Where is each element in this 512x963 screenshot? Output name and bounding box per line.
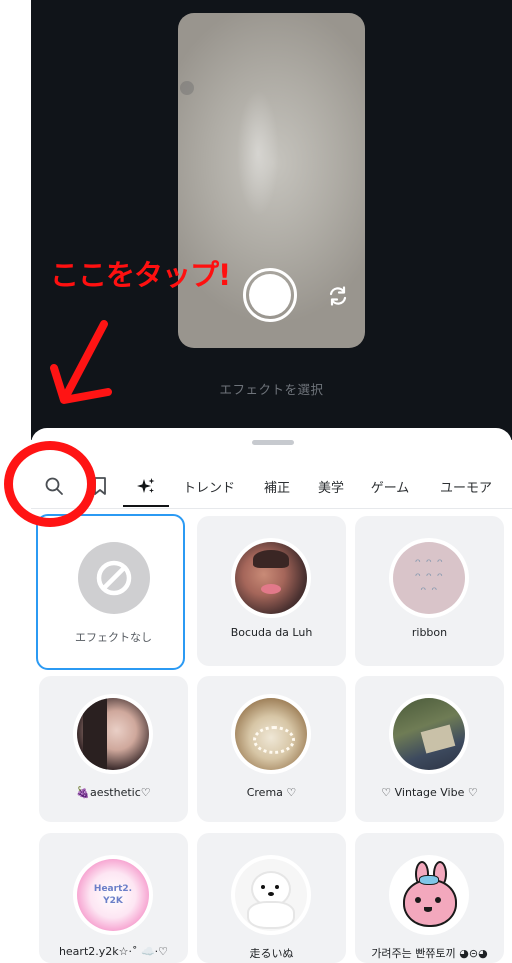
dog-photo-thumb [235, 859, 307, 931]
effect-label: ribbon [411, 626, 448, 639]
tab-game[interactable]: ゲーム [367, 468, 413, 504]
reading-photo-thumb [393, 698, 465, 770]
effect-thumb: ᵔ ᵔ ᵔᵔ ᵔ ᵔᵔ ᵔ [389, 538, 469, 618]
annotation-circle [4, 441, 96, 527]
effect-card-running-dog[interactable]: 走るいぬ [197, 833, 346, 963]
effect-card-ribbon[interactable]: ᵔ ᵔ ᵔᵔ ᵔ ᵔᵔ ᵔ ribbon [355, 516, 504, 666]
tabs-divider [31, 508, 512, 509]
effect-thumb [231, 538, 311, 618]
tab-trend[interactable]: トレンド [181, 468, 237, 504]
prohibited-icon [96, 560, 132, 596]
effect-thumb [74, 538, 154, 618]
effect-label: Crema ♡ [246, 786, 297, 799]
effect-card-vintage[interactable]: ♡ Vintage Vibe ♡ [355, 676, 504, 822]
effect-label: 🍇aesthetic♡ [76, 786, 151, 799]
ribbon-pattern: ᵔ ᵔ ᵔᵔ ᵔ ᵔᵔ ᵔ [414, 555, 444, 601]
effect-label: Bocuda da Luh [230, 626, 313, 639]
effect-thumb [231, 694, 311, 774]
effect-card-crema[interactable]: Crema ♡ [197, 676, 346, 822]
effect-card-heart-y2k[interactable]: Heart2. Y2K heart2.y2k☆·˚ ☁️·♡ [39, 833, 188, 963]
shutter-button[interactable] [243, 268, 297, 322]
preview-spot [180, 81, 194, 95]
effect-card-bunny[interactable]: 가려주는 빤쮸토끼 ◕⊝◕ [355, 833, 504, 963]
effect-label: エフェクトなし [75, 631, 152, 644]
tab-featured[interactable] [131, 468, 161, 504]
annotation-text: ここをタップ! [50, 258, 231, 292]
effect-card-bocuda[interactable]: Bocuda da Luh [197, 516, 346, 666]
effect-thumb [389, 855, 469, 935]
ribbon-thumb: ᵔ ᵔ ᵔᵔ ᵔ ᵔᵔ ᵔ [393, 542, 465, 614]
sheet-grabber[interactable] [252, 440, 294, 445]
effect-card-none[interactable]: エフェクトなし [36, 514, 185, 670]
shutter-inner [249, 274, 291, 316]
category-tabs: トレンド 補正 美学 ゲーム ユーモア [31, 468, 512, 508]
effect-thumb [231, 855, 311, 935]
heart-y2k-thumb: Heart2. Y2K [77, 859, 149, 931]
effect-thumb [389, 694, 469, 774]
thumb-text-line1: Heart2. [93, 884, 133, 894]
select-effect-label: エフェクトを選択 [219, 382, 324, 397]
effect-label: 가려주는 빤쮸토끼 ◕⊝◕ [371, 947, 488, 960]
annotation-arrow-icon [50, 320, 112, 404]
tab-correction[interactable]: 補正 [261, 468, 293, 504]
effect-thumb: Heart2. Y2K [73, 855, 153, 935]
effect-label: ♡ Vintage Vibe ♡ [381, 786, 478, 799]
tab-selected-indicator [123, 505, 169, 507]
effect-label: heart2.y2k☆·˚ ☁️·♡ [58, 945, 169, 958]
bunny-thumb [393, 859, 465, 931]
face-photo-thumb [235, 542, 307, 614]
tab-humor[interactable]: ユーモア [435, 468, 497, 504]
effect-card-aesthetic[interactable]: 🍇aesthetic♡ [39, 676, 188, 822]
tab-aesthetics[interactable]: 美学 [315, 468, 347, 504]
thumb-text-line2: Y2K [103, 896, 123, 906]
portrait-thumb [77, 698, 149, 770]
effect-label: 走るいぬ [249, 947, 294, 960]
no-effect-thumb [78, 542, 150, 614]
flip-camera-icon[interactable] [326, 284, 350, 308]
sparkle-icon [137, 478, 155, 493]
pearls-photo-thumb [235, 698, 307, 770]
effect-thumb [73, 694, 153, 774]
